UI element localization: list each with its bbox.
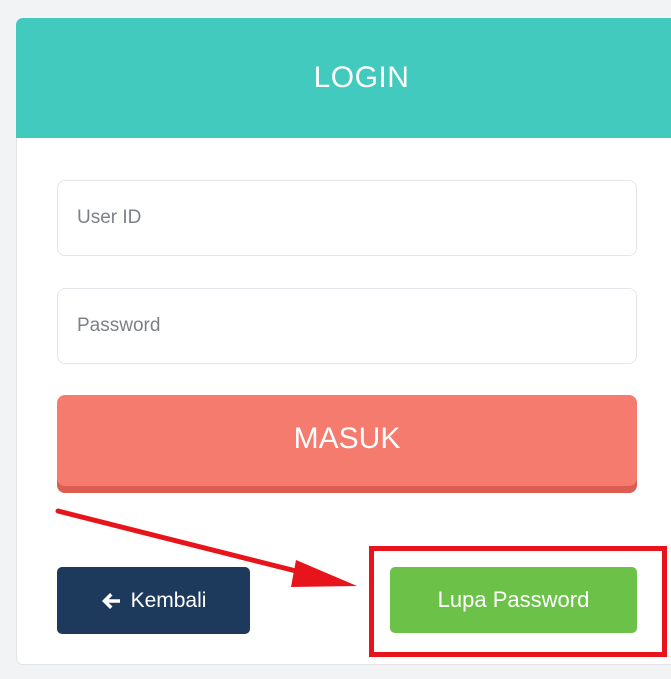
login-title: LOGIN — [313, 61, 410, 94]
arrow-left-icon — [101, 592, 121, 610]
masuk-button[interactable]: MASUK — [57, 395, 637, 493]
user-id-input[interactable] — [57, 180, 637, 256]
kembali-button[interactable]: Kembali — [57, 567, 250, 634]
login-page: LOGIN MASUK Kembali Lupa Password — [0, 0, 671, 679]
lupa-password-button[interactable]: Lupa Password — [390, 567, 637, 633]
password-input[interactable] — [57, 288, 637, 364]
login-header: LOGIN — [16, 18, 671, 138]
kembali-label: Kembali — [130, 588, 207, 612]
